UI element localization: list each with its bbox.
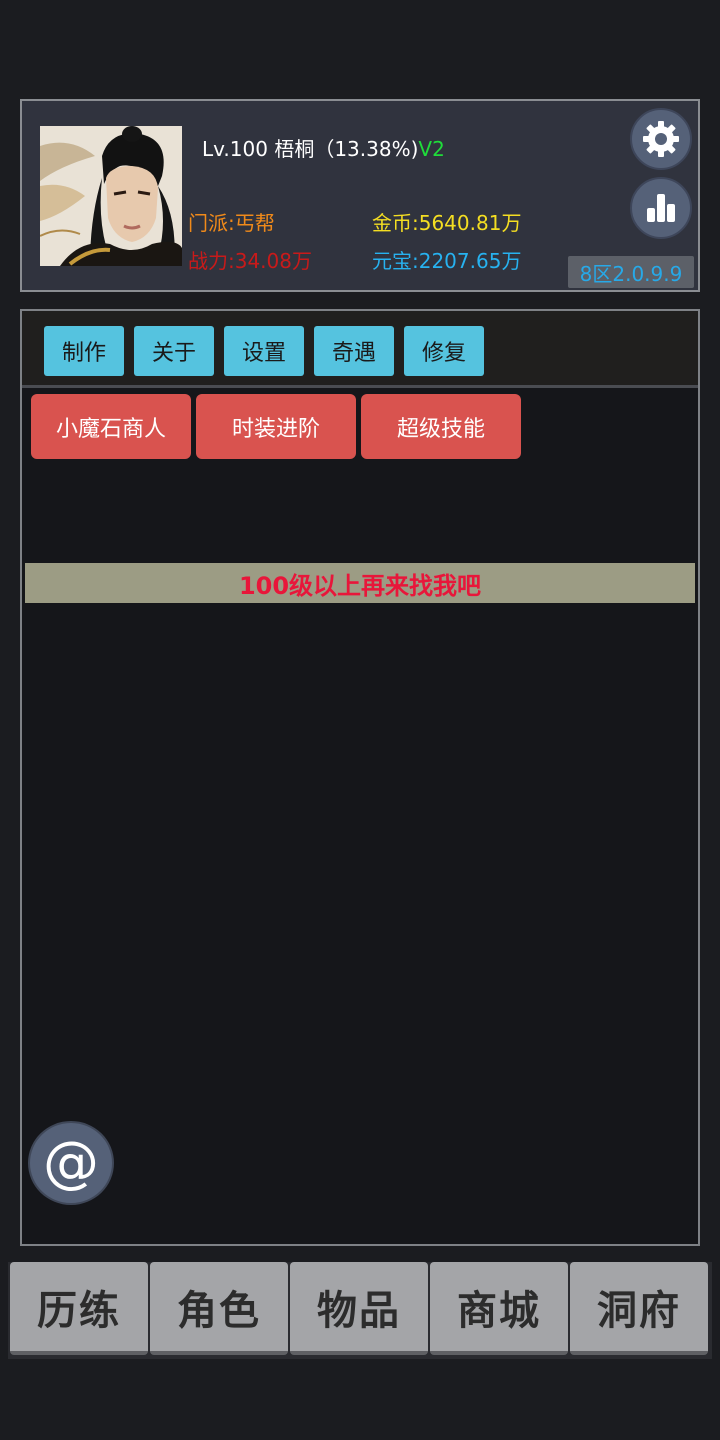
magic-stone-merchant-button[interactable]: 小魔石商人	[31, 394, 191, 459]
tab-repair[interactable]: 修复	[404, 326, 484, 376]
server-version-badge: 8区2.0.9.9	[568, 256, 694, 288]
at-icon: @	[43, 1130, 99, 1195]
nav-items[interactable]: 物品	[290, 1262, 428, 1355]
yuanbao-label: 元宝:2207.65万	[372, 249, 522, 273]
fashion-advance-button[interactable]: 时装进阶	[196, 394, 356, 459]
app-screen: Lv.100 梧桐（13.38%)V2 门派:丐帮 战力:34.08万 金币:5…	[0, 0, 720, 1440]
ranking-button[interactable]	[630, 177, 692, 239]
nav-training[interactable]: 历练	[10, 1262, 148, 1355]
bar-chart-icon	[647, 194, 675, 222]
tab-adventure[interactable]: 奇遇	[314, 326, 394, 376]
contact-button[interactable]: @	[28, 1121, 114, 1205]
sect-label: 门派:丐帮	[188, 211, 275, 235]
tab-bar: 制作 关于 设置 奇遇 修复	[22, 311, 698, 388]
main-content-panel: 制作 关于 设置 奇遇 修复 小魔石商人 时装进阶 超级技能 100级以上再来找…	[20, 309, 700, 1246]
settings-button[interactable]	[630, 108, 692, 170]
nav-shop[interactable]: 商城	[430, 1262, 568, 1355]
super-skill-button[interactable]: 超级技能	[361, 394, 521, 459]
vip-badge: V2	[418, 137, 445, 161]
player-level-line: Lv.100 梧桐（13.38%)V2	[202, 133, 445, 162]
avatar-portrait-image	[40, 126, 182, 266]
bottom-navigation: 历练 角色 物品 商城 洞府	[8, 1262, 712, 1359]
tab-make[interactable]: 制作	[44, 326, 124, 376]
tab-settings[interactable]: 设置	[224, 326, 304, 376]
gold-label: 金币:5640.81万	[372, 211, 522, 235]
player-avatar[interactable]	[40, 126, 182, 266]
gear-icon	[643, 121, 679, 157]
tab-about[interactable]: 关于	[134, 326, 214, 376]
nav-cave-residence[interactable]: 洞府	[570, 1262, 708, 1355]
combat-power-label: 战力:34.08万	[188, 249, 312, 273]
nav-character[interactable]: 角色	[150, 1262, 288, 1355]
notice-message: 100级以上再来找我吧	[25, 563, 695, 603]
player-info-panel: Lv.100 梧桐（13.38%)V2 门派:丐帮 战力:34.08万 金币:5…	[20, 99, 700, 292]
player-level-name: Lv.100 梧桐（13.38%)	[202, 137, 419, 161]
